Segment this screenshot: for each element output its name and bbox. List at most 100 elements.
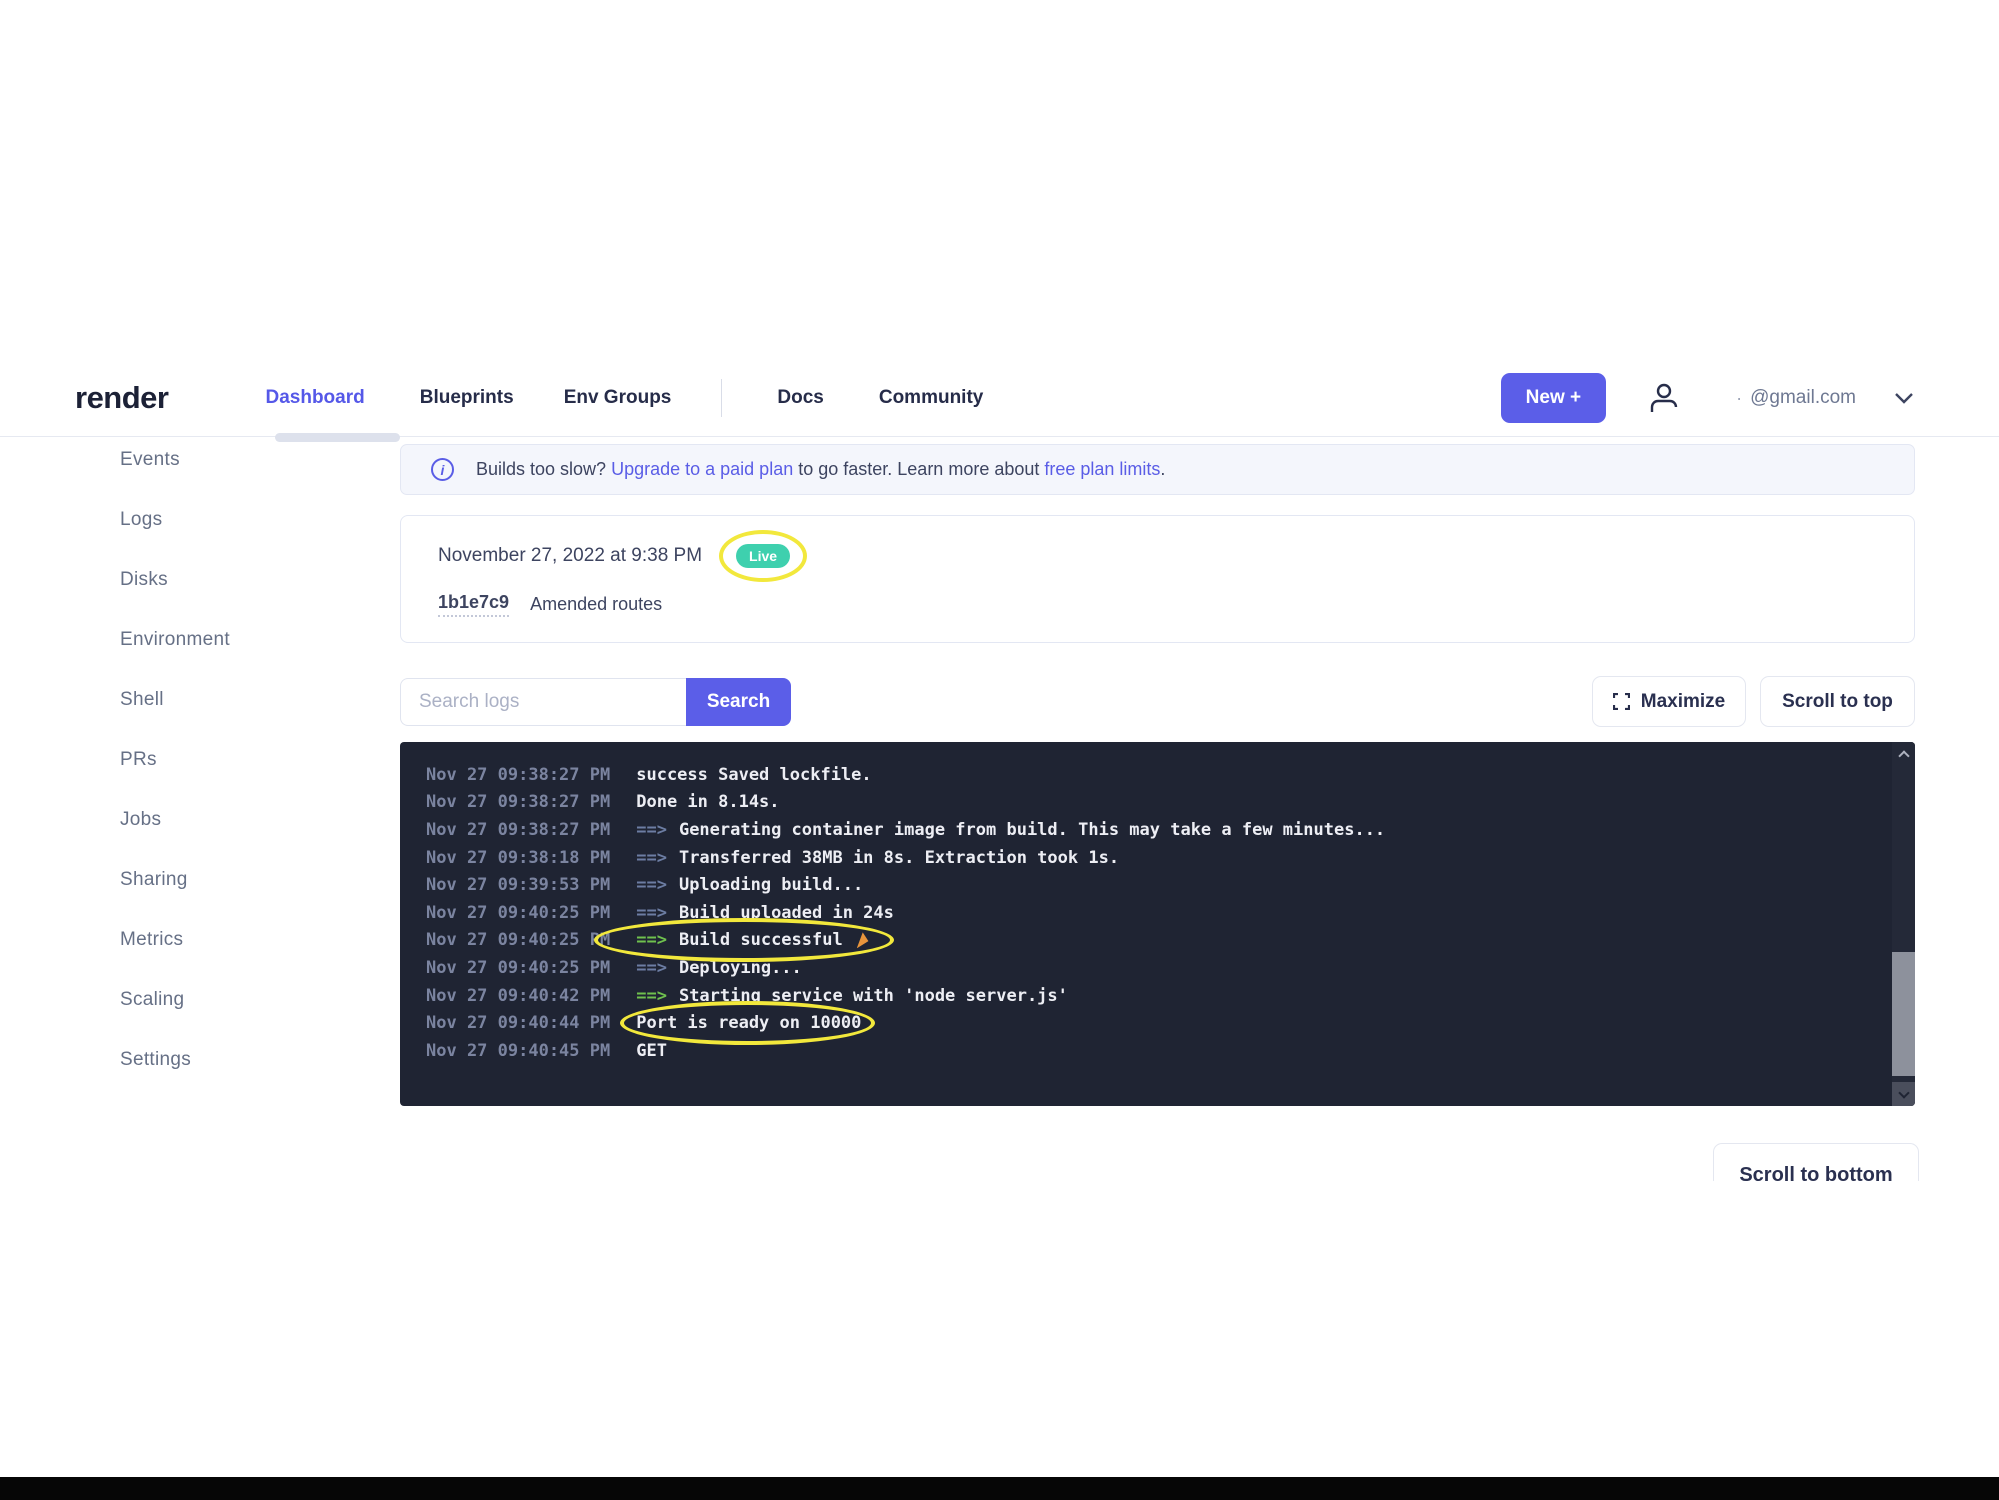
log-arrow-icon: ==> bbox=[636, 958, 667, 978]
log-text: Build successful bbox=[679, 930, 843, 950]
maximize-icon bbox=[1613, 693, 1630, 710]
log-line: Nov 27 09:40:25 PM ==> Deploying... bbox=[426, 954, 1875, 982]
log-line: Nov 27 09:40:45 PM GET bbox=[426, 1037, 1875, 1065]
search-button[interactable]: Search bbox=[686, 678, 791, 726]
log-timestamp: Nov 27 09:38:27 PM bbox=[426, 820, 610, 840]
nav-tab-env-groups[interactable]: Env Groups bbox=[564, 387, 672, 409]
log-timestamp: Nov 27 09:39:53 PM bbox=[426, 875, 610, 895]
free-plan-limits-link[interactable]: free plan limits bbox=[1044, 459, 1160, 479]
log-search-group: Search bbox=[400, 678, 791, 726]
commit-hash-link[interactable]: 1b1e7c9 bbox=[438, 592, 509, 617]
render-logo: render bbox=[75, 380, 168, 416]
log-message: ==>Build uploaded in 24s bbox=[636, 903, 894, 923]
log-message: GET bbox=[636, 1041, 667, 1061]
nav-tab-dashboard[interactable]: Dashboard bbox=[265, 387, 364, 409]
deploy-event-card: November 27, 2022 at 9:38 PM Live 1b1e7c… bbox=[400, 515, 1915, 643]
banner-segment: Builds too slow? bbox=[476, 459, 611, 479]
user-profile-icon[interactable] bbox=[1648, 382, 1678, 414]
sidebar-item-prs[interactable]: PRs bbox=[120, 730, 230, 790]
log-text: Starting service with 'node server.js' bbox=[679, 986, 1068, 1006]
log-timestamp: Nov 27 09:40:45 PM bbox=[426, 1041, 610, 1061]
log-lines: Nov 27 09:38:27 PM success Saved lockfile… bbox=[426, 761, 1875, 1065]
log-timestamp: Nov 27 09:40:25 PM bbox=[426, 903, 610, 923]
sidebar-item-jobs[interactable]: Jobs bbox=[120, 790, 230, 850]
search-logs-input[interactable] bbox=[400, 678, 686, 726]
log-arrow-icon: ==> bbox=[636, 930, 667, 950]
live-status-badge: Live bbox=[736, 544, 790, 568]
upgrade-plan-link[interactable]: Upgrade to a paid plan bbox=[611, 459, 793, 479]
log-timestamp: Nov 27 09:38:18 PM bbox=[426, 848, 610, 868]
scroll-to-top-button[interactable]: Scroll to top bbox=[1760, 676, 1915, 727]
log-text: Done in 8.14s. bbox=[636, 792, 779, 812]
scroll-to-bottom-button[interactable]: Scroll to bottom bbox=[1713, 1143, 1919, 1181]
log-line: Nov 27 09:38:27 PMDone in 8.14s. bbox=[426, 789, 1875, 817]
bottom-black-bar bbox=[0, 1477, 1999, 1500]
new-button[interactable]: New + bbox=[1501, 373, 1606, 423]
scrollbar-thumb[interactable] bbox=[1892, 952, 1915, 1076]
log-text: Transferred 38MB in 8s. Extraction took … bbox=[679, 848, 1119, 868]
log-message: Done in 8.14s. bbox=[636, 792, 779, 812]
log-line: Nov 27 09:40:25 PM ==>Build uploaded in 2… bbox=[426, 899, 1875, 927]
log-timestamp: Nov 27 09:40:25 PM bbox=[426, 958, 610, 978]
party-popper-icon bbox=[857, 932, 872, 948]
log-text: Build uploaded in 24s bbox=[679, 903, 894, 923]
active-tab-indicator bbox=[275, 433, 400, 442]
service-sidebar: EventsLogsDisksEnvironmentShellPRsJobsSh… bbox=[120, 430, 230, 1090]
log-arrow-icon: ==> bbox=[636, 986, 667, 1006]
terminal-scrollbar[interactable] bbox=[1892, 742, 1915, 1106]
log-message-annotated: Port is ready on 10000 bbox=[636, 1013, 861, 1033]
sidebar-item-metrics[interactable]: Metrics bbox=[120, 910, 230, 970]
log-message: ==> Starting service with 'node server.js… bbox=[636, 986, 1068, 1006]
scrollbar-down-arrow-icon[interactable] bbox=[1892, 1082, 1915, 1106]
sidebar-item-environment[interactable]: Environment bbox=[120, 610, 230, 670]
log-text: Uploading build... bbox=[679, 875, 863, 895]
log-text: Deploying... bbox=[679, 958, 802, 978]
log-line: Nov 27 09:40:25 PM ==> Build successful bbox=[426, 927, 1875, 955]
log-timestamp: Nov 27 09:38:27 PM bbox=[426, 765, 610, 785]
scrollbar-up-arrow-icon[interactable] bbox=[1892, 742, 1915, 766]
upgrade-banner: i Builds too slow? Upgrade to a paid pla… bbox=[400, 444, 1915, 495]
email-prefix-dot: · bbox=[1736, 388, 1742, 409]
nav-tab-community[interactable]: Community bbox=[879, 387, 984, 409]
log-timestamp: Nov 27 09:40:44 PM bbox=[426, 1013, 610, 1033]
maximize-button[interactable]: Maximize bbox=[1592, 676, 1746, 727]
sidebar-item-disks[interactable]: Disks bbox=[120, 550, 230, 610]
log-line: Nov 27 09:38:27 PM ==> Generating containe… bbox=[426, 816, 1875, 844]
account-email: @gmail.com bbox=[1750, 387, 1856, 409]
log-text: Port is ready on 10000 bbox=[636, 1013, 861, 1033]
account-chevron-down-icon[interactable] bbox=[1894, 392, 1914, 404]
log-line: Nov 27 09:39:53 PM ==> Uploading build... bbox=[426, 871, 1875, 899]
banner-segment: . bbox=[1160, 459, 1165, 479]
log-message: ==> Deploying... bbox=[636, 958, 802, 978]
sidebar-item-settings[interactable]: Settings bbox=[120, 1030, 230, 1090]
log-message: ==> Transferred 38MB in 8s. Extraction to… bbox=[636, 848, 1119, 868]
nav-tab-blueprints[interactable]: Blueprints bbox=[420, 387, 514, 409]
log-text: GET bbox=[636, 1041, 667, 1061]
log-arrow-icon: ==> bbox=[636, 820, 667, 840]
log-text: Generating container image from build. T… bbox=[679, 820, 1385, 840]
maximize-label: Maximize bbox=[1641, 691, 1725, 713]
nav-tab-docs[interactable]: Docs bbox=[777, 387, 823, 409]
sidebar-item-shell[interactable]: Shell bbox=[120, 670, 230, 730]
sidebar-item-scaling[interactable]: Scaling bbox=[120, 970, 230, 1030]
log-timestamp: Nov 27 09:40:25 PM bbox=[426, 930, 610, 950]
upgrade-banner-text: Builds too slow? Upgrade to a paid plan … bbox=[476, 459, 1165, 480]
log-message: ==> Generating container image from build… bbox=[636, 820, 1385, 840]
live-badge-annotation: Live bbox=[736, 544, 790, 568]
top-navbar: render Dashboard Blueprints Env Groups D… bbox=[0, 360, 1999, 437]
log-line: Nov 27 09:40:42 PM ==> Starting service wi… bbox=[426, 982, 1875, 1010]
log-message: ==> Uploading build... bbox=[636, 875, 863, 895]
log-text: success Saved lockfile. bbox=[636, 765, 871, 785]
banner-segment: to go faster. Learn more about bbox=[793, 459, 1044, 479]
sidebar-item-sharing[interactable]: Sharing bbox=[120, 850, 230, 910]
log-arrow-icon: ==> bbox=[636, 875, 667, 895]
log-timestamp: Nov 27 09:40:42 PM bbox=[426, 986, 610, 1006]
commit-message: Amended routes bbox=[530, 594, 662, 615]
deploy-date: November 27, 2022 at 9:38 PM bbox=[438, 545, 702, 567]
log-line: Nov 27 09:40:44 PM Port is ready on 10000 bbox=[426, 1009, 1875, 1037]
log-arrow-icon: ==> bbox=[636, 848, 667, 868]
log-line: Nov 27 09:38:18 PM ==> Transferred 38MB in… bbox=[426, 844, 1875, 872]
log-line: Nov 27 09:38:27 PM success Saved lockfile… bbox=[426, 761, 1875, 789]
sidebar-item-events[interactable]: Events bbox=[120, 430, 230, 490]
sidebar-item-logs[interactable]: Logs bbox=[120, 490, 230, 550]
